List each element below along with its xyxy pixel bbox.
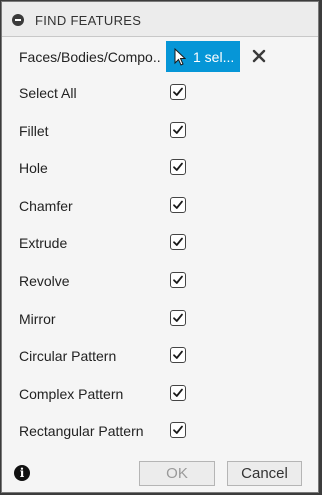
option-row: Fillet — [2, 112, 318, 149]
option-row: Revolve — [2, 262, 318, 299]
dialog-title: FIND FEATURES — [35, 13, 142, 28]
option-checkbox[interactable] — [170, 159, 186, 175]
option-row: Chamfer — [2, 187, 318, 224]
option-label: Chamfer — [19, 198, 73, 214]
option-checkbox[interactable] — [170, 234, 186, 250]
option-row: Select All — [2, 74, 318, 111]
option-label: Hole — [19, 160, 48, 176]
option-checkbox[interactable] — [170, 272, 186, 288]
option-checkbox[interactable] — [170, 310, 186, 326]
option-label: Select All — [19, 85, 77, 101]
option-label: Revolve — [19, 273, 70, 289]
dialog-titlebar: FIND FEATURES — [2, 2, 318, 37]
option-row: Extrude — [2, 224, 318, 261]
collapse-icon[interactable] — [12, 14, 24, 26]
selection-button[interactable]: 1 sel... — [166, 41, 240, 72]
option-checkbox[interactable] — [170, 385, 186, 401]
checkmark-icon — [173, 425, 183, 434]
selection-label: Faces/Bodies/Compo... — [19, 49, 161, 65]
option-label: Rectangular Pattern — [19, 423, 144, 439]
checkmark-icon — [173, 162, 183, 171]
checkmark-icon — [173, 200, 183, 209]
clear-selection-icon[interactable] — [250, 47, 268, 65]
option-checkbox[interactable] — [170, 84, 186, 100]
cancel-button[interactable]: Cancel — [227, 461, 302, 486]
option-checkbox[interactable] — [170, 422, 186, 438]
checkmark-icon — [173, 313, 183, 322]
checkmark-icon — [173, 237, 183, 246]
selection-button-label: 1 sel... — [193, 49, 235, 65]
option-label: Mirror — [19, 311, 56, 327]
checkmark-icon — [173, 275, 183, 284]
selection-row: Faces/Bodies/Compo... 1 sel... — [2, 40, 318, 74]
cursor-arrow-icon — [174, 48, 186, 66]
option-checkbox[interactable] — [170, 347, 186, 363]
option-label: Circular Pattern — [19, 348, 117, 364]
find-features-dialog: FIND FEATURES Faces/Bodies/Compo... 1 se… — [1, 1, 319, 493]
option-row: Rectangular Pattern — [2, 412, 318, 449]
option-label: Fillet — [19, 123, 49, 139]
checkmark-icon — [173, 350, 183, 359]
option-row: Circular Pattern — [2, 337, 318, 374]
option-checkbox[interactable] — [170, 122, 186, 138]
option-checkbox[interactable] — [170, 197, 186, 213]
info-icon[interactable]: i — [14, 465, 30, 481]
option-label: Complex Pattern — [19, 386, 124, 402]
checkmark-icon — [173, 388, 183, 397]
ok-button[interactable]: OK — [139, 461, 215, 486]
option-row: Complex Pattern — [2, 375, 318, 412]
option-row: Mirror — [2, 300, 318, 337]
checkmark-icon — [173, 87, 183, 96]
option-label: Extrude — [19, 235, 68, 251]
checkmark-icon — [173, 125, 183, 134]
option-row: Hole — [2, 149, 318, 186]
dialog-footer: i OK Cancel — [2, 455, 318, 492]
